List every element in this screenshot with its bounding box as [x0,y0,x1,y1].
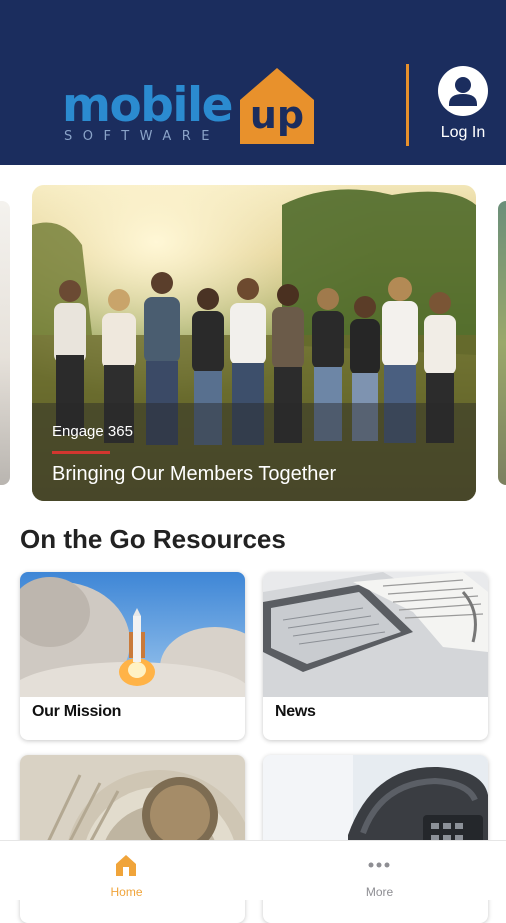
logo-house-mark: up [240,68,314,144]
tab-home-label: Home [110,885,143,899]
tab-home[interactable]: Home [0,841,253,901]
user-icon [438,66,488,116]
rocket-launch-image [20,572,245,697]
home-icon [116,855,136,876]
logo-up-text: up [250,93,304,137]
logo-tagline: SOFTWARE [64,129,220,144]
bottom-tab-bar: Home More [0,840,506,900]
hero-carousel[interactable]: Engage 365 Bringing Our Members Together [0,165,506,515]
header-divider [406,64,409,146]
app-header: mobile up SOFTWARE Log In [0,0,506,165]
hero-slide[interactable]: Engage 365 Bringing Our Members Together [32,185,476,501]
hero-accent-underline [52,451,110,454]
resource-card-news[interactable]: News [263,572,488,740]
newspaper-laptop-image [263,572,488,697]
resource-card-our-mission[interactable]: Our Mission [20,572,245,740]
login-button[interactable]: Log In [432,66,494,146]
tab-more[interactable]: More [253,841,506,901]
card-label: Our Mission [32,703,122,720]
more-icon [368,862,390,868]
carousel-next-slide[interactable] [498,201,506,485]
mobileup-logo: mobile up SOFTWARE [62,64,322,148]
logo-wordmark: mobile [62,78,234,133]
hero-title: Bringing Our Members Together [52,463,337,485]
card-label: News [275,703,316,720]
login-label: Log In [440,124,486,141]
carousel-prev-slide[interactable] [0,201,10,485]
section-title: On the Go Resources [20,524,286,554]
hero-eyebrow: Engage 365 [52,423,133,440]
tab-more-label: More [365,885,394,899]
